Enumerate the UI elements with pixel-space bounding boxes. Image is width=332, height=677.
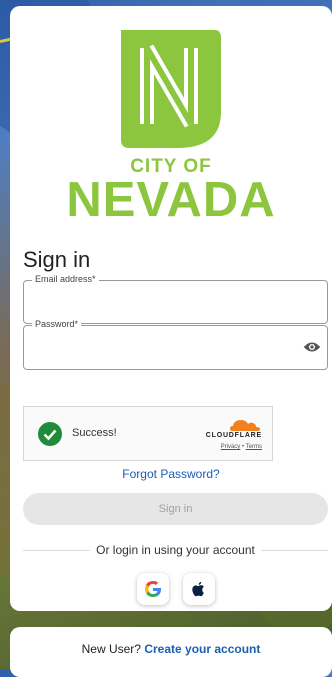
password-field[interactable]: Password* [23, 319, 328, 370]
city-monogram-logo [121, 30, 221, 148]
captcha-terms-link[interactable]: Terms [246, 444, 262, 450]
logo-city-name: NEVADA [66, 173, 276, 227]
email-input[interactable] [34, 293, 298, 310]
signup-prompt: New User? Create your account [10, 642, 332, 656]
alt-login-divider: Or login in using your account [23, 543, 328, 557]
eye-icon[interactable] [303, 340, 321, 354]
create-account-link[interactable]: Create your account [144, 642, 260, 656]
google-login-button[interactable] [137, 573, 169, 605]
captcha-provider: CLOUDFLARE [205, 432, 262, 439]
signup-footer: New User? Create your account [10, 627, 332, 677]
apple-login-button[interactable] [183, 573, 215, 605]
captcha-link-separator: • [241, 444, 245, 450]
page-title: Sign in [23, 247, 91, 272]
alt-login-text: Or login in using your account [90, 543, 261, 557]
cloudflare-logo [230, 420, 260, 431]
email-label: Email address* [32, 274, 99, 284]
password-label: Password* [32, 319, 82, 329]
check-circle-icon [38, 422, 62, 446]
captcha-privacy-link[interactable]: Privacy [221, 444, 241, 450]
city-logo: CITY OF NEVADA [10, 6, 332, 226]
email-field[interactable]: Email address* [23, 274, 328, 324]
apple-icon [192, 581, 204, 597]
google-icon [145, 581, 161, 597]
captcha-status: Success! [72, 427, 117, 439]
captcha-links: Privacy • Terms [221, 444, 262, 450]
signin-button[interactable]: Sign in [23, 493, 328, 525]
captcha-widget: Success! CLOUDFLARE Privacy • Terms [23, 406, 273, 461]
forgot-password-link[interactable]: Forgot Password? [10, 467, 332, 481]
signin-card: CITY OF NEVADA Sign in Email address* Pa… [10, 6, 332, 611]
new-user-text: New User? [81, 642, 141, 656]
password-input[interactable] [34, 338, 298, 355]
